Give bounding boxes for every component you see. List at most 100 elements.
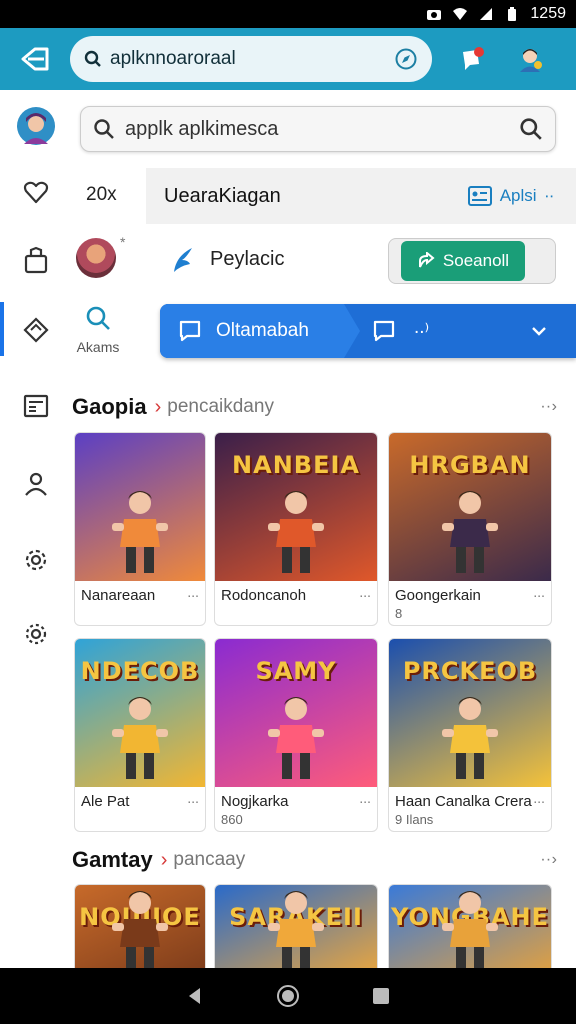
game-card[interactable]: SAMY Nogjkarka ∙∙∙ 860 [214, 638, 378, 832]
user-avatar[interactable] [16, 106, 56, 146]
game-name: Haan Canalka Crera [395, 793, 532, 810]
chevron-down-icon[interactable] [530, 322, 548, 340]
bag-icon [24, 246, 48, 274]
profile-row: * Peylacic Soeanoll [72, 234, 576, 290]
sidebar-active-indicator [0, 302, 4, 356]
game-card[interactable]: Nanareaan ∙∙∙ [74, 432, 206, 626]
game-name-row: Goongerkain ∙∙∙ [389, 581, 551, 604]
message-icon[interactable] [372, 319, 396, 343]
game-name-row: Haan Canalka Crera ∙∙∙ [389, 787, 551, 810]
avatar-icon [17, 107, 55, 145]
tab-chat-label: Oltamabah [216, 320, 309, 341]
nav-recents-icon[interactable] [371, 986, 391, 1006]
chevron-right-icon: › [160, 848, 168, 871]
card-menu-icon[interactable]: ∙∙∙ [187, 793, 199, 810]
result-count: 20x [86, 184, 117, 205]
game-meta: 9 Ilans [395, 812, 434, 827]
player-avatar[interactable] [76, 238, 116, 278]
game-art-title: NDECOB [80, 657, 200, 685]
see-more-button[interactable]: ∙∙› [541, 398, 558, 416]
section-subtitle: pencaikdany [167, 396, 274, 417]
game-art-title: PRCKEOB [402, 657, 538, 685]
game-thumbnail: NOUIIOE [75, 885, 205, 979]
sidebar-item-profile[interactable] [16, 464, 56, 504]
sidebar-item-settings[interactable] [16, 540, 56, 580]
game-thumbnail: HRGBAN [389, 433, 551, 581]
apply-button[interactable]: Aplsi ∙∙ [467, 186, 554, 206]
game-art-title: NANBEIA [232, 451, 360, 479]
game-card[interactable]: PRCKEOB Haan Canalka Crera ∙∙∙ 9 Ilans [388, 638, 552, 832]
card-menu-icon[interactable]: ∙∙∙ [533, 793, 545, 810]
see-more-button[interactable]: ∙∙› [541, 851, 558, 869]
game-thumbnail: NANBEIA [215, 433, 377, 581]
more-options-icon[interactable]: ∙∙⁾ [414, 320, 429, 343]
game-name: Goongerkain [395, 587, 481, 604]
back-arrow-icon [21, 47, 49, 71]
top-search-text: aplknnoarorаal [110, 48, 236, 69]
accounts-label: Akams [76, 339, 120, 355]
search-submit-icon[interactable] [519, 117, 543, 141]
sidebar-item-library[interactable] [16, 240, 56, 280]
game-card[interactable]: NDECOB Ale Pat ∙∙∙ [74, 638, 206, 832]
game-name-row: Rodoncanoh ∙∙∙ [215, 581, 377, 604]
filter-row: 20x UearaKiagan Aplsi ∙∙ [72, 168, 576, 224]
section-title: Gamtay [72, 847, 153, 872]
tab-chat[interactable]: Oltamabah [160, 304, 360, 358]
accounts-button[interactable]: Akams [72, 304, 124, 355]
segment-toggle[interactable]: Soeanoll [388, 238, 556, 284]
nav-home-icon[interactable] [276, 984, 300, 1008]
share-icon [418, 252, 435, 268]
camera-icon [427, 10, 442, 20]
card-menu-icon[interactable]: ∙∙∙ [533, 587, 545, 604]
toggle-label: Soeanoll [442, 251, 510, 270]
chat-tab-bar[interactable]: Oltamabah ∙∙⁾ [160, 304, 576, 358]
sidebar-item-discover[interactable] [16, 310, 56, 350]
search-icon [94, 119, 114, 139]
game-card[interactable]: NANBEIA Rodoncanoh ∙∙∙ [214, 432, 378, 626]
card-menu-icon[interactable]: ∙∙∙ [359, 793, 371, 810]
game-card[interactable]: NOUIIOE [74, 884, 206, 980]
gear-icon [25, 549, 47, 571]
notifications-icon[interactable] [460, 46, 486, 72]
hero-figure-icon [268, 697, 324, 779]
profile-avatar-icon[interactable] [516, 45, 544, 73]
cog-icon [25, 623, 47, 645]
top-search-bar[interactable]: aplknnoarorаal [70, 36, 432, 82]
game-name: Ale Pat [81, 793, 130, 810]
game-card[interactable]: HRGBAN Goongerkain ∙∙∙ 8 [388, 432, 552, 626]
game-thumbnail: PRCKEOB [389, 639, 551, 787]
game-name-row: Nanareaan ∙∙∙ [75, 581, 205, 604]
search-field[interactable]: apрlk aplkimesca [80, 106, 556, 152]
game-name: Nogjkarka [221, 793, 289, 810]
hero-figure-icon [268, 891, 324, 973]
status-bar: 1259 [0, 0, 576, 28]
sidebar-item-options[interactable] [16, 614, 56, 654]
game-thumbnail: YONGBAHE [389, 885, 551, 979]
toggle-active-option[interactable]: Soeanoll [401, 241, 525, 281]
search-icon [86, 306, 110, 330]
side-rail [0, 90, 72, 970]
main-content: apрlk aplkimesca 20x UearaKiagan Aplsi ∙… [72, 90, 576, 980]
game-name-row: Ale Pat ∙∙∙ [75, 787, 205, 810]
game-meta: 8 [395, 606, 403, 621]
nav-back-icon[interactable] [185, 986, 205, 1006]
system-nav-bar [0, 968, 576, 1024]
game-card[interactable]: YONGBAHE [388, 884, 552, 980]
sidebar-item-news[interactable] [16, 386, 56, 426]
game-thumbnail: SAMY [215, 639, 377, 787]
game-thumbnail [75, 433, 205, 581]
compass-icon[interactable] [394, 47, 418, 71]
sidebar-item-favorites[interactable] [16, 172, 56, 212]
game-card[interactable]: SARAKEII [214, 884, 378, 980]
game-thumbnail: SARAKEII [215, 885, 377, 979]
newspaper-icon [23, 394, 49, 418]
filter-panel[interactable]: UearaKiagan Aplsi ∙∙ [146, 168, 576, 224]
card-menu-icon[interactable]: ∙∙∙ [359, 587, 371, 604]
section-header-featured: Gaopia › pencaikdany ∙∙› [72, 392, 576, 422]
chevron-right-icon: › [154, 395, 162, 418]
hero-figure-icon [442, 891, 498, 973]
hero-figure-icon [442, 491, 498, 573]
back-button[interactable] [0, 46, 70, 72]
section-title: Gaopia [72, 394, 147, 419]
card-menu-icon[interactable]: ∙∙∙ [187, 587, 199, 604]
